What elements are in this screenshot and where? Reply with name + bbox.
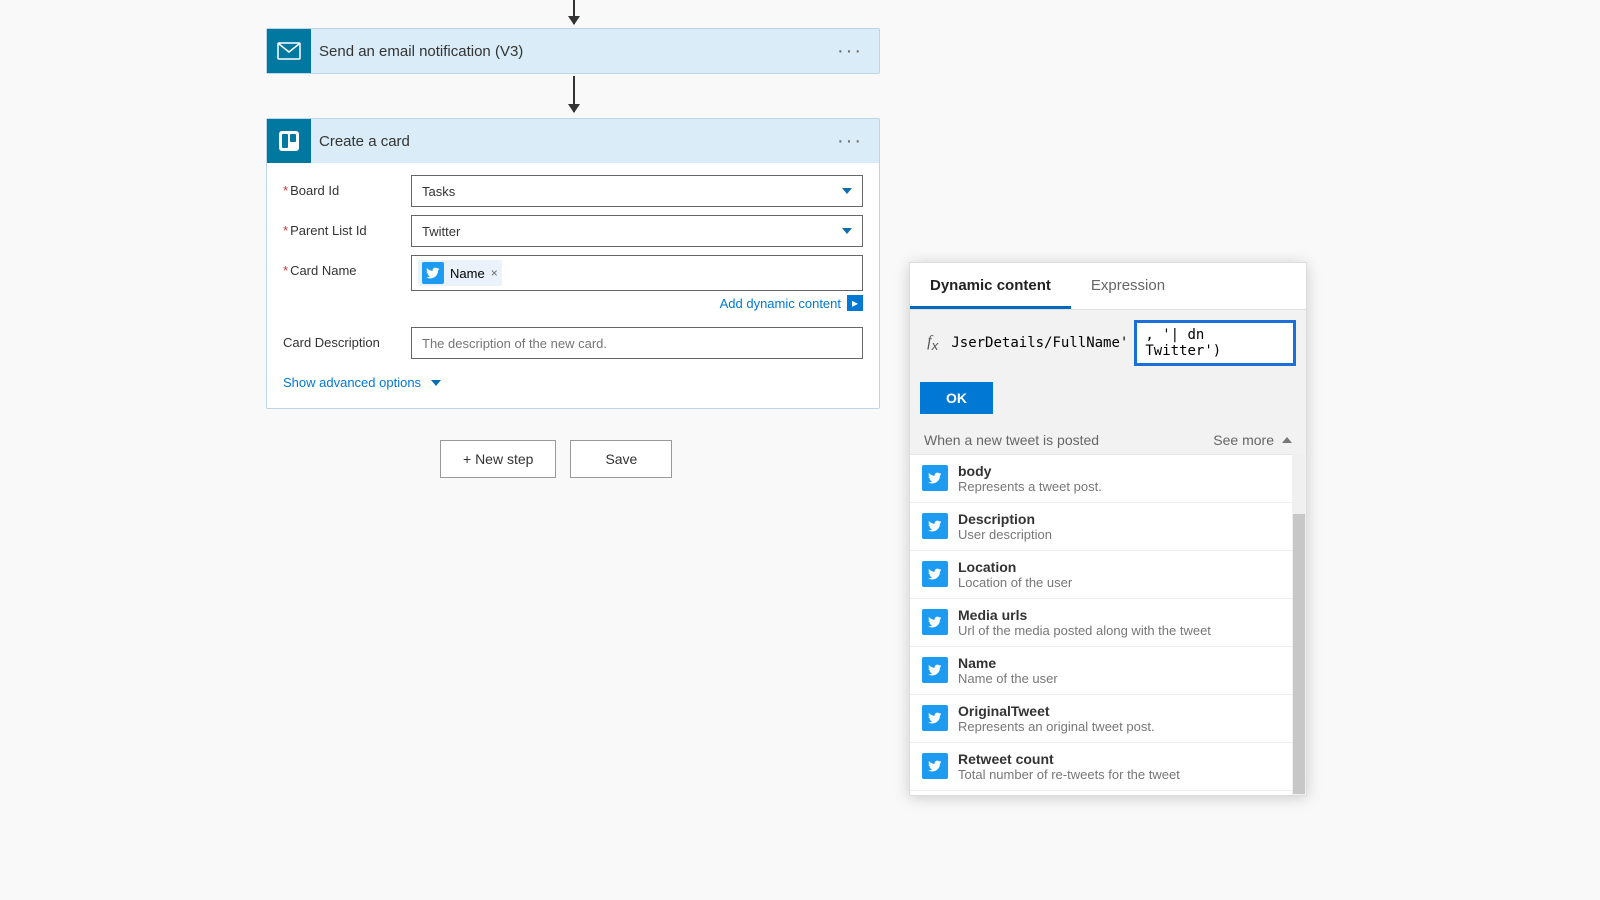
dynamic-content-item[interactable]: OriginalTweetRepresents an original twee… — [910, 695, 1306, 743]
twitter-icon — [922, 705, 948, 731]
dc-item-desc: Name of the user — [958, 671, 1294, 686]
show-advanced-options-link[interactable]: Show advanced options — [283, 375, 441, 390]
board-id-label: *Board Id — [283, 175, 411, 198]
twitter-icon — [922, 657, 948, 683]
dynamic-content-list: bodyRepresents a tweet post.DescriptionU… — [910, 454, 1306, 795]
twitter-icon — [922, 465, 948, 491]
dynamic-content-item[interactable]: LocationLocation of the user — [910, 551, 1306, 599]
dc-item-desc: User description — [958, 527, 1294, 542]
scrollbar-thumb[interactable] — [1293, 514, 1305, 794]
dc-item-desc: Represents a tweet post. — [958, 479, 1294, 494]
chevron-down-icon — [431, 380, 441, 386]
trello-step-title: Create a card — [311, 133, 829, 150]
twitter-icon — [922, 513, 948, 539]
card-name-label: *Card Name — [283, 255, 411, 278]
expression-highlight[interactable]: , '| dn Twitter') — [1134, 320, 1296, 366]
dc-item-desc: Location of the user — [958, 575, 1294, 590]
chevron-down-icon — [842, 228, 852, 234]
tab-dynamic-content[interactable]: Dynamic content — [910, 263, 1071, 309]
card-description-input[interactable] — [411, 327, 863, 359]
email-step: Send an email notification (V3) ··· — [266, 28, 880, 74]
dc-item-name: Name — [958, 655, 1294, 671]
email-step-title: Send an email notification (V3) — [311, 43, 829, 60]
twitter-icon — [922, 753, 948, 779]
trello-icon — [267, 119, 311, 163]
dynamic-content-item[interactable]: Retweet countTotal number of re-tweets f… — [910, 743, 1306, 791]
email-step-header[interactable]: Send an email notification (V3) ··· — [267, 29, 879, 73]
twitter-icon — [922, 561, 948, 587]
parent-list-select[interactable]: Twitter — [411, 215, 863, 247]
card-description-label: Card Description — [283, 327, 411, 350]
dc-item-name: Location — [958, 559, 1294, 575]
dynamic-content-item[interactable]: NameName of the user — [910, 647, 1306, 695]
trello-step-header[interactable]: Create a card ··· — [267, 119, 879, 163]
dynamic-content-popup: Dynamic content Expression fx JserDetail… — [909, 262, 1307, 796]
flow-arrow — [573, 76, 575, 112]
collapse-icon[interactable] — [1282, 437, 1292, 443]
card-name-input[interactable]: Name × — [411, 255, 863, 291]
fx-icon: fx — [920, 333, 945, 353]
trello-step-menu[interactable]: ··· — [829, 130, 871, 153]
chevron-down-icon — [842, 188, 852, 194]
tab-expression[interactable]: Expression — [1071, 263, 1185, 309]
dynamic-source-header: When a new tweet is posted — [924, 432, 1099, 448]
add-dynamic-content-link[interactable]: Add dynamic content — [720, 296, 841, 311]
save-button[interactable]: Save — [570, 440, 672, 478]
dc-item-name: Description — [958, 511, 1294, 527]
new-step-button[interactable]: + New step — [440, 440, 556, 478]
dynamic-content-item[interactable]: Media urlsUrl of the media posted along … — [910, 599, 1306, 647]
dc-item-name: Media urls — [958, 607, 1294, 623]
twitter-icon — [922, 609, 948, 635]
dc-item-desc: Url of the media posted along with the t… — [958, 623, 1294, 638]
dc-item-name: OriginalTweet — [958, 703, 1294, 719]
dynamic-token-name[interactable]: Name × — [418, 260, 502, 286]
trello-step: Create a card ··· *Board Id Tasks *Paren… — [266, 118, 880, 409]
expression-text: JserDetails/FullName' — [951, 335, 1128, 351]
dynamic-content-toggle[interactable]: ▸ — [847, 295, 863, 311]
flow-arrow — [573, 0, 575, 24]
mail-icon — [267, 29, 311, 73]
email-step-menu[interactable]: ··· — [829, 40, 871, 63]
ok-button[interactable]: OK — [920, 382, 993, 414]
parent-list-label: *Parent List Id — [283, 215, 411, 238]
dynamic-content-item[interactable]: DescriptionUser description — [910, 503, 1306, 551]
see-more-link[interactable]: See more — [1213, 432, 1274, 448]
dc-item-desc: Represents an original tweet post. — [958, 719, 1294, 734]
expression-input-row: fx JserDetails/FullName' , '| dn Twitter… — [910, 310, 1306, 376]
twitter-icon — [422, 262, 444, 284]
board-id-select[interactable]: Tasks — [411, 175, 863, 207]
dynamic-content-item[interactable]: Tweet textText content of the tweet — [910, 791, 1306, 795]
remove-token-button[interactable]: × — [491, 266, 498, 280]
dc-item-name: Retweet count — [958, 751, 1294, 767]
dc-item-desc: Total number of re-tweets for the tweet — [958, 767, 1294, 782]
scrollbar-track[interactable] — [1292, 454, 1306, 795]
dc-item-name: body — [958, 463, 1294, 479]
dynamic-content-item[interactable]: bodyRepresents a tweet post. — [910, 455, 1306, 503]
